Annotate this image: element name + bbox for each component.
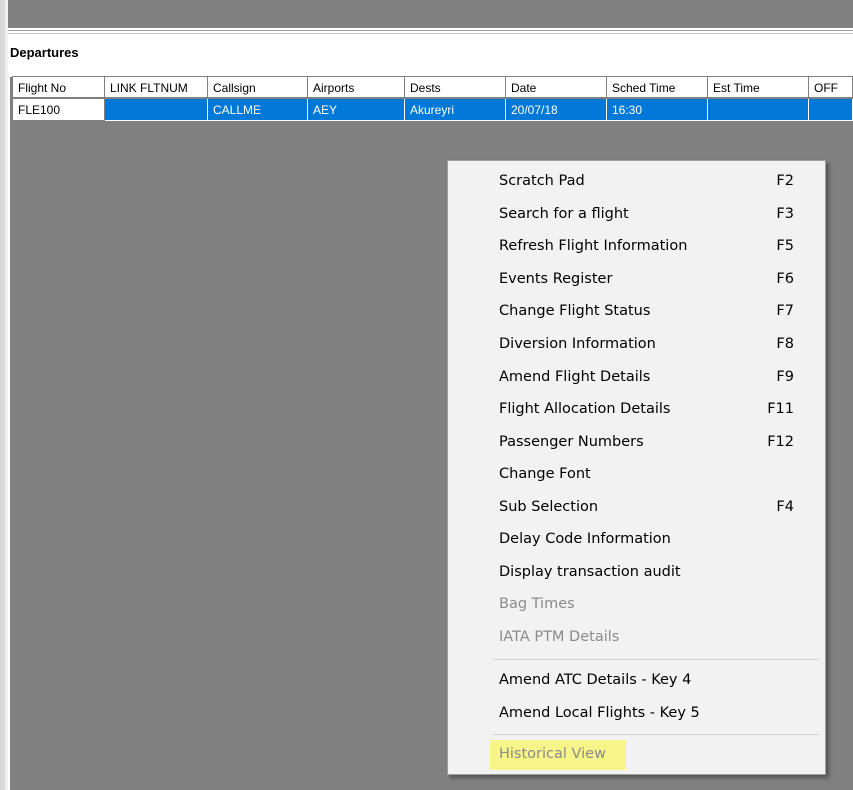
col-header-airports[interactable]: Airports [308, 76, 405, 98]
cell-date[interactable]: 20/07/18 [506, 99, 607, 121]
menu-item-label: Sub Selection [499, 499, 599, 515]
menu-item-change-flight-status[interactable]: Change Flight Status F7 [448, 295, 825, 328]
table-header-row: Flight No LINK FLTNUM Callsign Airports … [12, 76, 853, 99]
menu-item-bag-times: Bag Times [448, 588, 825, 621]
menu-separator [493, 659, 819, 660]
cell-link-fltnum[interactable] [105, 99, 208, 121]
menu-item-label: Change Font [499, 466, 591, 482]
col-header-date[interactable]: Date [506, 76, 607, 98]
top-toolbar-area [8, 0, 853, 28]
menu-item-label: IATA PTM Details [499, 629, 620, 645]
menu-item-shortcut: F3 [776, 206, 794, 222]
cell-off[interactable] [809, 99, 853, 121]
menu-item-label: Refresh Flight Information [499, 238, 688, 254]
cell-callsign[interactable]: CALLME [208, 99, 308, 121]
menu-item-shortcut: F8 [776, 336, 794, 352]
menu-item-refresh-flight-information[interactable]: Refresh Flight Information F5 [448, 230, 825, 263]
cell-dests[interactable]: Akureyri [405, 99, 506, 121]
divider [8, 33, 853, 34]
menu-item-label: Passenger Numbers [499, 434, 644, 450]
menu-item-scratch-pad[interactable]: Scratch Pad F2 [448, 165, 825, 198]
col-header-est-time[interactable]: Est Time [708, 76, 809, 98]
col-header-flight-no[interactable]: Flight No [12, 76, 105, 98]
col-header-off[interactable]: OFF [809, 76, 853, 98]
menu-item-shortcut: F11 [767, 401, 794, 417]
menu-item-change-font[interactable]: Change Font [448, 458, 825, 491]
menu-item-label: Flight Allocation Details [499, 401, 671, 417]
menu-item-shortcut: F7 [776, 303, 794, 319]
menu-item-label: Amend ATC Details - Key 4 [499, 672, 692, 688]
menu-item-label: Change Flight Status [499, 303, 651, 319]
menu-item-amend-local-flights[interactable]: Amend Local Flights - Key 5 [448, 697, 825, 730]
menu-item-label: Amend Flight Details [499, 369, 651, 385]
col-header-sched-time[interactable]: Sched Time [607, 76, 708, 98]
menu-item-label: Events Register [499, 271, 613, 287]
cell-airports[interactable]: AEY [308, 99, 405, 121]
menu-item-shortcut: F12 [767, 434, 794, 450]
menu-item-flight-allocation-details[interactable]: Flight Allocation Details F11 [448, 393, 825, 426]
menu-item-label: Scratch Pad [499, 173, 585, 189]
col-header-dests[interactable]: Dests [405, 76, 506, 98]
divider [8, 30, 853, 31]
menu-item-shortcut: F5 [776, 238, 794, 254]
menu-item-diversion-information[interactable]: Diversion Information F8 [448, 328, 825, 361]
menu-item-amend-atc-details[interactable]: Amend ATC Details - Key 4 [448, 664, 825, 697]
menu-item-label: Bag Times [499, 596, 575, 612]
menu-item-passenger-numbers[interactable]: Passenger Numbers F12 [448, 426, 825, 459]
cell-flight-no[interactable]: FLE100 [12, 99, 105, 121]
menu-item-shortcut: F9 [776, 369, 794, 385]
menu-item-sub-selection[interactable]: Sub Selection F4 [448, 491, 825, 524]
menu-item-amend-flight-details[interactable]: Amend Flight Details F9 [448, 361, 825, 394]
col-header-callsign[interactable]: Callsign [208, 76, 308, 98]
menu-item-shortcut: F2 [776, 173, 794, 189]
menu-item-label: Historical View [499, 746, 606, 762]
menu-item-label: Diversion Information [499, 336, 656, 352]
menu-item-label: Amend Local Flights - Key 5 [499, 705, 700, 721]
menu-item-historical-view: Historical View [448, 738, 825, 771]
window-left-edge [5, 0, 8, 790]
cell-est-time[interactable] [708, 99, 809, 121]
col-header-link-fltnum[interactable]: LINK FLTNUM [105, 76, 208, 98]
menu-separator [493, 734, 819, 735]
menu-item-shortcut: F6 [776, 271, 794, 287]
context-menu: Scratch Pad F2 Search for a flight F3 Re… [447, 160, 826, 775]
departures-title: Departures [10, 45, 79, 60]
menu-item-events-register[interactable]: Events Register F6 [448, 263, 825, 296]
menu-item-label: Display transaction audit [499, 564, 681, 580]
cell-sched-time[interactable]: 16:30 [607, 99, 708, 121]
menu-item-shortcut: F4 [776, 499, 794, 515]
menu-item-delay-code-information[interactable]: Delay Code Information [448, 523, 825, 556]
table-row[interactable]: FLE100 CALLME AEY Akureyri 20/07/18 16:3… [12, 99, 853, 122]
menu-item-display-transaction-audit[interactable]: Display transaction audit [448, 556, 825, 589]
menu-item-iata-ptm-details: IATA PTM Details [448, 621, 825, 654]
menu-item-label: Delay Code Information [499, 531, 671, 547]
menu-item-label: Search for a flight [499, 206, 629, 222]
menu-item-search-flight[interactable]: Search for a flight F3 [448, 198, 825, 231]
